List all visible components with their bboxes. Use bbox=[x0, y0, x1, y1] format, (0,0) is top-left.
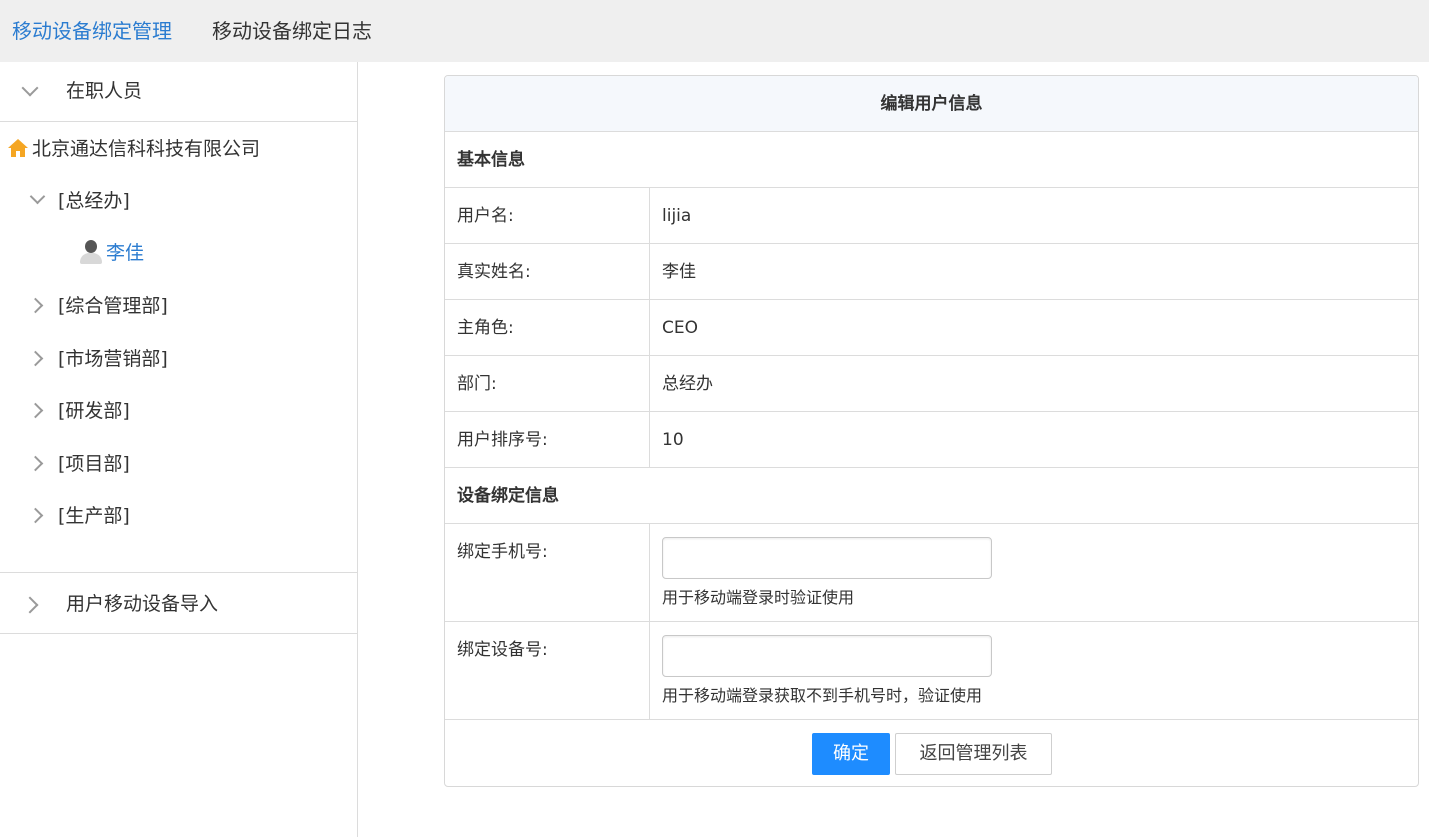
chevron-right-icon bbox=[21, 596, 39, 614]
field-row-realname: 真实姓名: 李佳 bbox=[445, 244, 1418, 300]
tree-node-label: [项目部] bbox=[58, 453, 130, 475]
field-value: 李佳 bbox=[662, 262, 696, 282]
tab-device-binding-management[interactable]: 移动设备绑定管理 bbox=[12, 0, 172, 62]
field-hint: 用于移动端登录获取不到手机号时，验证使用 bbox=[662, 686, 983, 705]
sidebar: 在职人员 北京通达信科科技有限公司 [总经办] 李佳 [综合管理部] [市场营销… bbox=[0, 62, 358, 837]
chevron-right-icon bbox=[27, 297, 44, 314]
field-row-bind-device: 绑定设备号: 用于移动端登录获取不到手机号时，验证使用 bbox=[445, 622, 1418, 720]
tree-node-label: [综合管理部] bbox=[58, 295, 168, 317]
chevron-right-icon bbox=[27, 455, 44, 472]
top-tab-bar: 移动设备绑定管理 移动设备绑定日志 bbox=[0, 0, 1429, 62]
field-value: CEO bbox=[662, 318, 698, 338]
field-hint: 用于移动端登录时验证使用 bbox=[662, 588, 855, 607]
edit-user-panel: 编辑用户信息 基本信息 用户名: lijia 真实姓名: 李佳 主角色: CEO… bbox=[444, 75, 1419, 787]
section-active-staff[interactable]: 在职人员 bbox=[0, 62, 357, 122]
button-row: 确定 返回管理列表 bbox=[445, 720, 1418, 786]
bind-device-input[interactable] bbox=[662, 635, 992, 677]
section-label: 在职人员 bbox=[66, 80, 143, 102]
field-value: 总经办 bbox=[662, 374, 713, 394]
section-device-import[interactable]: 用户移动设备导入 bbox=[0, 572, 357, 634]
tree-root-label: 北京通达信科科技有限公司 bbox=[32, 138, 261, 160]
chevron-right-icon bbox=[27, 507, 44, 524]
field-label: 主角色: bbox=[445, 300, 650, 355]
tree-node-label: [总经办] bbox=[58, 190, 130, 212]
chevron-right-icon bbox=[27, 350, 44, 367]
tree-node-label: [市场营销部] bbox=[58, 348, 168, 370]
field-label: 用户名: bbox=[445, 188, 650, 243]
user-icon bbox=[80, 240, 102, 264]
field-value: lijia bbox=[662, 206, 692, 226]
back-to-list-button[interactable]: 返回管理列表 bbox=[895, 733, 1052, 775]
field-row-username: 用户名: lijia bbox=[445, 188, 1418, 244]
tree-root-company[interactable]: 北京通达信科科技有限公司 bbox=[8, 134, 260, 164]
tree-leaf-user[interactable]: 李佳 bbox=[80, 238, 144, 268]
field-label: 真实姓名: bbox=[445, 244, 650, 299]
chevron-down-icon bbox=[21, 79, 39, 97]
panel-title: 编辑用户信息 bbox=[445, 76, 1418, 132]
chevron-down-icon bbox=[29, 188, 46, 205]
home-icon bbox=[8, 139, 28, 157]
field-row-role: 主角色: CEO bbox=[445, 300, 1418, 356]
tree-leaf-label: 李佳 bbox=[106, 242, 145, 264]
bind-phone-input[interactable] bbox=[662, 537, 992, 579]
field-label: 用户排序号: bbox=[445, 412, 650, 467]
field-row-bind-phone: 绑定手机号: 用于移动端登录时验证使用 bbox=[445, 524, 1418, 622]
field-label: 绑定设备号: bbox=[445, 622, 650, 719]
tab-device-binding-log[interactable]: 移动设备绑定日志 bbox=[212, 0, 372, 62]
group-header-basic: 基本信息 bbox=[445, 132, 1418, 188]
confirm-button[interactable]: 确定 bbox=[812, 733, 890, 775]
field-row-sort-order: 用户排序号: 10 bbox=[445, 412, 1418, 468]
field-label: 绑定手机号: bbox=[445, 524, 650, 621]
section-label: 用户移动设备导入 bbox=[66, 593, 219, 615]
field-row-department: 部门: 总经办 bbox=[445, 356, 1418, 412]
tree-node-label: [生产部] bbox=[58, 505, 130, 527]
field-value: 10 bbox=[662, 430, 684, 450]
group-header-device: 设备绑定信息 bbox=[445, 468, 1418, 524]
chevron-right-icon bbox=[27, 402, 44, 419]
field-label: 部门: bbox=[445, 356, 650, 411]
tree-node-label: [研发部] bbox=[58, 400, 130, 422]
